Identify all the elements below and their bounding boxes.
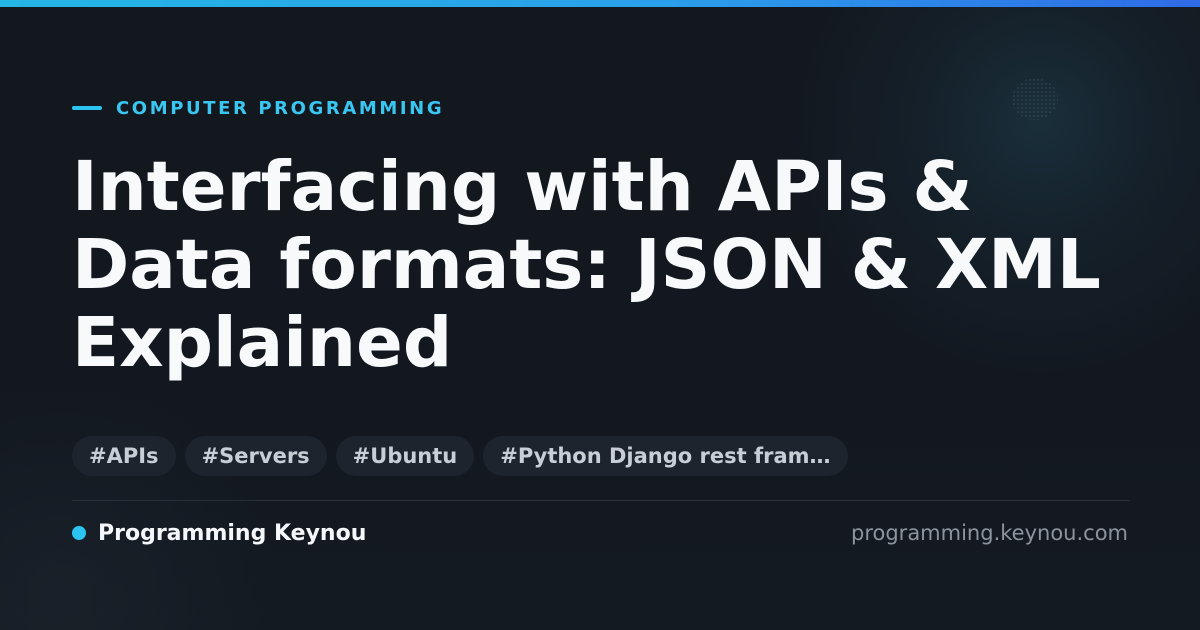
dash-icon xyxy=(72,106,102,110)
article-title: Interfacing with APIs & Data formats: JS… xyxy=(72,148,1152,382)
author-info: Programming Keynou xyxy=(72,518,366,548)
tag-list: #APIs #Servers #Ubuntu #Python Django re… xyxy=(72,436,848,476)
tag-python-django[interactable]: #Python Django rest fram… xyxy=(483,436,848,476)
top-accent-bar xyxy=(0,0,1200,7)
tag-ubuntu[interactable]: #Ubuntu xyxy=(335,436,475,476)
dot-pattern-decoration xyxy=(1012,78,1058,120)
category-text: COMPUTER PROGRAMMING xyxy=(116,97,445,119)
title-line-3: Explained xyxy=(72,303,453,383)
author-name[interactable]: Programming Keynou xyxy=(98,521,366,546)
dot-icon xyxy=(72,526,86,540)
social-share-card: COMPUTER PROGRAMMING Interfacing with AP… xyxy=(0,0,1200,630)
footer-divider xyxy=(72,500,1130,501)
category-label: COMPUTER PROGRAMMING xyxy=(72,95,444,121)
site-url[interactable]: programming.keynou.com xyxy=(851,518,1128,548)
tag-apis[interactable]: #APIs xyxy=(72,436,176,476)
tag-servers[interactable]: #Servers xyxy=(184,436,327,476)
title-line-2: Data formats: JSON & XML xyxy=(72,225,1101,305)
title-line-1: Interfacing with APIs & xyxy=(72,147,973,227)
